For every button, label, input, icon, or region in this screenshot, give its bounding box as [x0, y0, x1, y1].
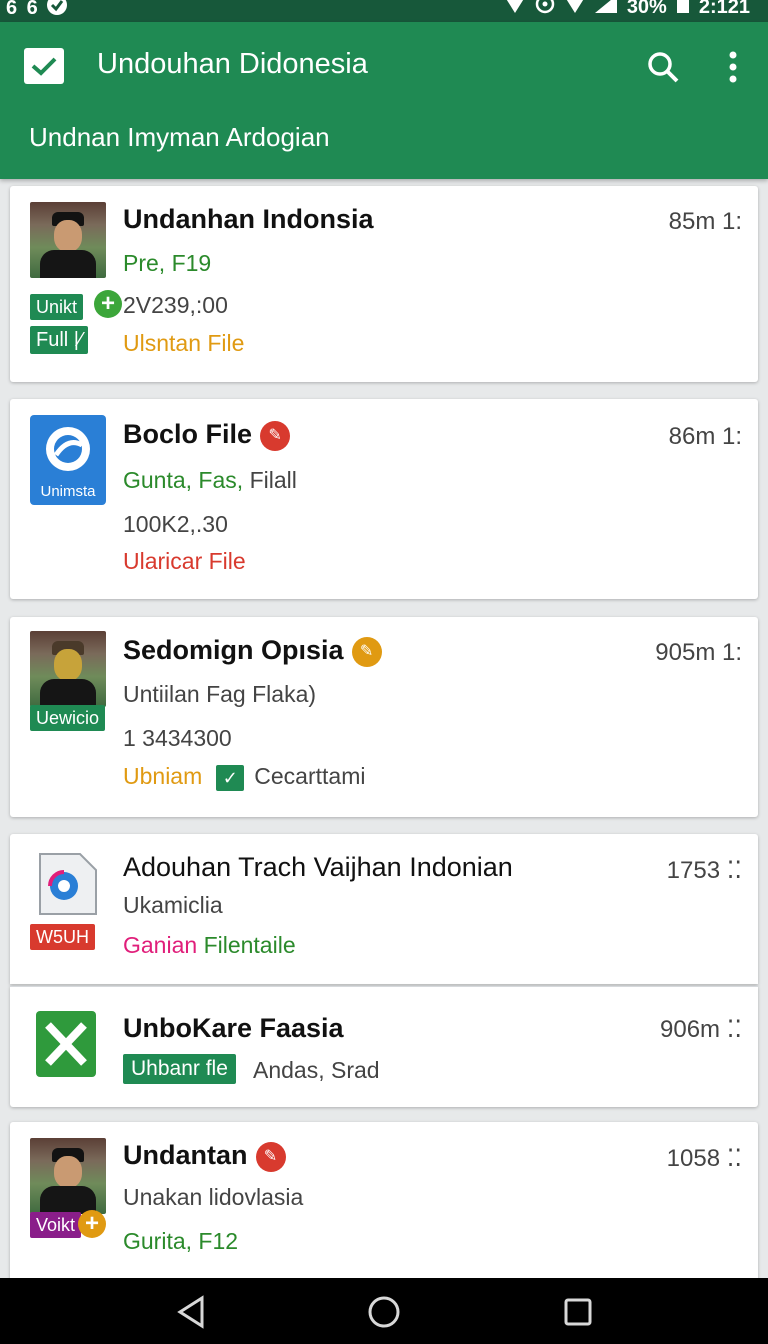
item-subtitle-green: Gunta, Fas,: [123, 467, 244, 493]
person-photo-icon: [30, 202, 106, 278]
item-time-text: 1058: [666, 1145, 721, 1172]
item-time: 1753 ⁚⁚: [667, 856, 742, 885]
more-options-icon[interactable]: [722, 50, 744, 84]
item-subtitle: Untiilan Fag Flaka): [123, 681, 317, 707]
list-item[interactable]: Voikt + Undantan ✎ 1058 ⁚⁚ Unakan lidovla…: [10, 1122, 758, 1302]
list-item[interactable]: UnboKare Faasia 906m ⁚⁚ Uhbanr fle Andas…: [10, 986, 758, 1107]
item-meta: Gurita, F12: [123, 1228, 239, 1254]
item-time: 1058 ⁚⁚: [667, 1144, 742, 1173]
item-subtitle: Pre, F19: [123, 250, 212, 276]
app-bar: Undouhan Didonesia Undnan Imyman Ardogia…: [0, 22, 768, 179]
person-photo-icon: [30, 631, 106, 707]
cell-signal-icon: [594, 0, 617, 19]
battery-percent: 30%: [626, 0, 667, 18]
item-meta: 2V239,:00: [123, 292, 228, 318]
checkbox-icon[interactable]: ✓: [216, 764, 245, 791]
pin-icon: ✎: [351, 636, 382, 667]
alarm-icon: [535, 0, 555, 20]
item-title: Undantan ✎: [123, 1140, 286, 1172]
thumb-badge: Unikt: [30, 294, 84, 320]
drag-handle-icon[interactable]: ⁚⁚: [727, 857, 742, 884]
item-time: 86m 1:: [668, 423, 742, 450]
item-meta: 100K2,.30: [123, 511, 228, 537]
item-status-row: Ganian Filentaile: [123, 932, 296, 959]
item-time: 905m 1:: [655, 639, 742, 666]
item-subtitle-gray: Filall: [249, 467, 297, 493]
status-bar: 6 6 30% 2:121: [0, 0, 768, 22]
list-item[interactable]: W5UH Adouhan Trach Vaijhan Indonian 1753…: [10, 834, 758, 984]
status-right: 30% 2:121: [505, 0, 750, 20]
app-icon: [46, 0, 68, 22]
plus-icon: +: [94, 290, 122, 318]
item-title: Boclo File ✎: [123, 419, 291, 451]
thumb-badge: Voikt: [30, 1212, 82, 1238]
item-time: 906m ⁚⁚: [660, 1015, 742, 1044]
item-title: Undanhan Indonsia: [123, 204, 374, 234]
list-item[interactable]: Unikt + Full |⁄ Undanhan Indonsia 85m 1:…: [10, 186, 758, 382]
item-time-text: 906m: [660, 1016, 721, 1043]
app-subtitle: Undnan Imyman Ardogian: [29, 122, 330, 152]
app-logo-icon: [24, 48, 64, 84]
item-title: Sedomign Opısia ✎: [123, 635, 382, 667]
search-icon[interactable]: [646, 50, 680, 84]
item-status-secondary: Filentaile: [203, 932, 296, 958]
drag-handle-icon[interactable]: ⁚⁚: [727, 1145, 742, 1172]
item-time-text: 1753: [666, 857, 721, 884]
edit-icon: |⁄: [73, 329, 83, 351]
thumb-badge: W5UH: [30, 924, 95, 950]
pin-icon: ✎: [255, 1141, 286, 1172]
item-title-text: Boclo File: [123, 419, 253, 449]
recents-icon[interactable]: [558, 1292, 598, 1332]
item-status-secondary: Cecarttami: [254, 763, 366, 789]
plus-icon: +: [78, 1210, 106, 1238]
drag-handle-icon[interactable]: ⁚⁚: [727, 1016, 742, 1043]
spreadsheet-icon: [34, 1009, 98, 1079]
system-nav-bar: [0, 1278, 768, 1344]
type-badge: Uhbanr fle: [123, 1054, 236, 1084]
item-time: 85m 1:: [668, 208, 742, 235]
document-file-icon: W5UH: [30, 850, 106, 950]
item-title: Adouhan Trach Vaijhan Indonian: [123, 852, 513, 882]
pin-icon: ✎: [260, 420, 291, 451]
item-subtitle: Unakan lidovlasia: [123, 1184, 304, 1210]
status-time: 2:121: [698, 0, 750, 18]
item-status[interactable]: Ulsntan File: [123, 330, 244, 357]
person-photo-icon: [30, 1138, 106, 1214]
item-meta: Andas, Srad: [253, 1057, 380, 1083]
home-icon[interactable]: [364, 1292, 404, 1332]
item-thumbnail: Voikt +: [30, 1138, 106, 1238]
back-icon[interactable]: [172, 1292, 212, 1332]
full-badge-label: Full: [36, 329, 69, 351]
item-title-text: Sedomign Opısia: [123, 635, 344, 665]
status-left: 6 6: [6, 0, 68, 22]
battery-icon: [676, 0, 689, 19]
signal-wifi-icon: [565, 0, 585, 19]
chat-app-icon: Unimsta: [30, 415, 106, 505]
item-subtitle: Gunta, Fas, Filall: [123, 467, 297, 494]
full-badge: Full |⁄: [30, 326, 89, 354]
wifi-icon: [505, 0, 525, 19]
status-notification-text: 6 6: [6, 0, 40, 19]
item-status-row: Ubniam ✓ Cecarttami: [123, 763, 365, 791]
item-subtitle: Ukamiclia: [123, 892, 223, 918]
list-item[interactable]: Unimsta Boclo File ✎ 86m 1: Gunta, Fas, F…: [10, 399, 758, 599]
list-item[interactable]: Uewicio Sedomign Opısia ✎ 905m 1: Untiila…: [10, 617, 758, 817]
item-status[interactable]: Ubniam: [123, 763, 202, 789]
item-status[interactable]: Ganian: [123, 932, 197, 958]
item-meta: 1 3434300: [123, 725, 232, 751]
item-thumbnail: Unikt +: [30, 202, 122, 320]
item-title: UnboKare Faasia: [123, 1013, 344, 1043]
item-title-text: Undantan: [123, 1140, 248, 1170]
item-status[interactable]: Ularicar File: [123, 548, 246, 575]
thumb-badge: Uewicio: [30, 705, 106, 731]
item-thumbnail: Uewicio: [30, 631, 106, 731]
app-title: Undouhan Didonesia: [97, 48, 368, 80]
app-icon-label: Unimsta: [40, 483, 96, 500]
